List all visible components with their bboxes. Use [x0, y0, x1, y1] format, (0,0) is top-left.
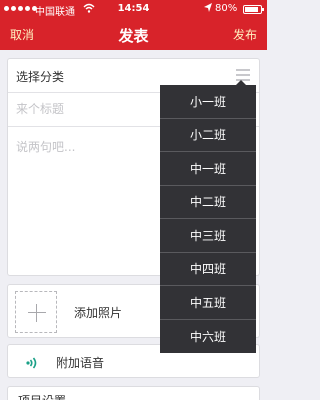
nav-bar: 取消 发表 发布 [0, 20, 267, 50]
dropdown-item[interactable]: 中六班 [160, 319, 256, 353]
more-settings-label: 项目设置 [18, 392, 66, 400]
add-photo-label: 添加照片 [74, 306, 123, 320]
body-input[interactable] [16, 138, 156, 258]
page-title: 发表 [118, 27, 149, 45]
dropdown-item[interactable]: 中二班 [160, 185, 256, 219]
class-dropdown-menu: 小一班 小二班 中一班 中二班 中三班 中四班 中五班 中六班 [160, 80, 256, 353]
location-arrow-icon [203, 2, 213, 17]
status-bar: 中国联通 14:54 80% [0, 0, 267, 20]
publish-button[interactable]: 发布 [233, 26, 257, 43]
dropdown-item[interactable]: 中一班 [160, 152, 256, 186]
title-input[interactable] [16, 102, 156, 116]
battery-percent: 80% [215, 3, 238, 14]
dropdown-item[interactable]: 小一班 [160, 85, 256, 119]
dropdown-item[interactable]: 中四班 [160, 252, 256, 286]
more-settings-row[interactable]: 项目设置 [7, 386, 260, 400]
add-photo-button[interactable] [15, 291, 57, 333]
voice-icon [25, 355, 39, 374]
dropdown-item[interactable]: 中五班 [160, 286, 256, 320]
dropdown-item[interactable]: 小二班 [160, 118, 256, 152]
dropdown-item[interactable]: 中三班 [160, 219, 256, 253]
category-label: 选择分类 [16, 70, 65, 84]
battery-icon [243, 5, 264, 14]
plus-icon [28, 312, 46, 313]
add-voice-label: 附加语音 [56, 356, 105, 370]
